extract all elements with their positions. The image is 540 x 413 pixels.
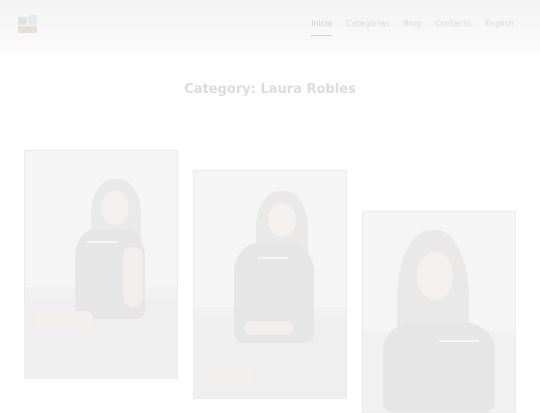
- photo-face: [417, 252, 453, 300]
- nav-item-contacto[interactable]: Contacto: [435, 19, 471, 36]
- site-logo[interactable]: [16, 14, 40, 36]
- photo-arm: [244, 321, 294, 335]
- photo-stripe: [87, 241, 117, 243]
- nav-item-blog[interactable]: Blog: [403, 19, 421, 36]
- site-header: Inicio Categorías Blog Contacto English: [0, 0, 540, 52]
- photo-stripe: [258, 257, 288, 259]
- logo-shape-1: [18, 17, 27, 25]
- nav-item-inicio[interactable]: Inicio: [311, 19, 333, 36]
- gallery-photo-3[interactable]: [362, 211, 516, 413]
- photo-face: [268, 203, 296, 237]
- logo-shape-3: [18, 26, 37, 33]
- photo-face: [101, 191, 129, 225]
- nav-item-categorias[interactable]: Categorías: [346, 19, 389, 36]
- photo-arm: [123, 247, 143, 307]
- nav-item-english[interactable]: English: [485, 19, 514, 36]
- photo-body: [383, 322, 495, 412]
- page-title: Category: Laura Robles: [184, 81, 356, 97]
- gallery-photo-2[interactable]: [193, 170, 347, 399]
- logo-shape-2: [28, 15, 37, 25]
- main-nav: Inicio Categorías Blog Contacto English: [311, 19, 514, 36]
- gallery-photo-1[interactable]: [24, 150, 178, 379]
- photo-leg: [33, 311, 93, 327]
- photo-stripe: [439, 340, 479, 342]
- photo-leg: [206, 367, 254, 383]
